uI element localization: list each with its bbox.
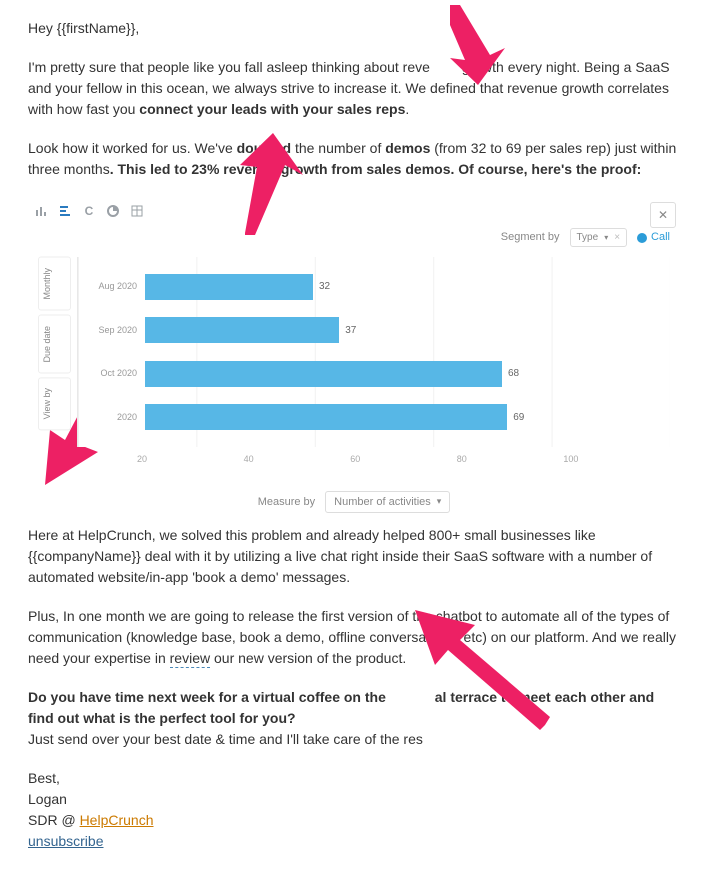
review-link[interactable]: review (170, 650, 210, 668)
chart-measure-row: Measure by Number of activities ▾ (28, 491, 680, 514)
bar-row: 2020 69 (77, 404, 670, 430)
table-icon[interactable] (130, 204, 144, 218)
paragraph-3: Here at HelpCrunch, we solved this probl… (28, 525, 680, 588)
unsubscribe-link[interactable]: unsubscribe (28, 833, 104, 849)
call-dot-icon (637, 233, 647, 243)
bar-category: Sep 2020 (77, 324, 145, 338)
side-label-monthly[interactable]: Monthly (38, 257, 71, 311)
c-icon[interactable]: C (82, 204, 96, 218)
segment-by-pill[interactable]: Type ▾ × (570, 228, 628, 247)
greeting: Hey {{firstName}}, (28, 18, 680, 39)
bar-value: 69 (507, 410, 524, 425)
bar-row: Oct 2020 68 (77, 361, 670, 387)
bar-value: 37 (339, 323, 356, 338)
paragraph-4: Plus, In one month we are going to relea… (28, 606, 680, 669)
hbar-chart-icon[interactable] (58, 204, 72, 218)
helpcrunch-link[interactable]: HelpCrunch (80, 812, 154, 828)
segment-by-label: Segment by (501, 229, 560, 246)
signoff: Best, Logan SDR @ HelpCrunch unsubscribe (28, 768, 680, 852)
close-icon[interactable]: ✕ (650, 202, 676, 228)
bar (145, 361, 502, 387)
paragraph-1: I'm pretty sure that people like you fal… (28, 57, 680, 120)
bar-chart-icon[interactable] (34, 204, 48, 218)
bar-category: 2020 (77, 411, 145, 425)
bar-category: Aug 2020 (77, 280, 145, 294)
bar-row: Sep 2020 37 (77, 317, 670, 343)
email-body: Hey {{firstName}}, I'm pretty sure that … (0, 0, 708, 880)
bar (145, 317, 339, 343)
measure-by-pill[interactable]: Number of activities ▾ (325, 491, 450, 514)
bar-row: Aug 2020 32 (77, 274, 670, 300)
side-label-viewby[interactable]: View by (38, 377, 71, 430)
chevron-down-icon: ▾ (604, 232, 608, 244)
chart-card: ✕ C Segment by Type ▾ × (28, 198, 680, 513)
measure-by-label: Measure by (258, 494, 315, 511)
bar-value: 32 (313, 279, 330, 294)
bar-value: 68 (502, 366, 519, 381)
chart-top-controls: Segment by Type ▾ × Call (28, 228, 680, 257)
chevron-down-icon: ▾ (437, 495, 442, 509)
paragraph-6: Just send over your best date & time and… (28, 731, 423, 747)
chart-side-labels: Monthly Due date View by (38, 257, 71, 467)
chart-plot: Aug 2020 32 Sep 2020 37 Oct 2020 68 2020 69 (77, 257, 670, 447)
chart-x-ticks: 20406080100 (77, 453, 670, 467)
bar (145, 274, 313, 300)
call-button[interactable]: Call (637, 229, 670, 246)
side-label-duedate[interactable]: Due date (38, 315, 71, 374)
paragraph-5: Do you have time next week for a virtual… (28, 687, 680, 750)
bar-category: Oct 2020 (77, 367, 145, 381)
paragraph-2: Look how it worked for us. We've doubled… (28, 138, 680, 180)
chart-toolbar: C (28, 198, 680, 228)
bar (145, 404, 507, 430)
pie-chart-icon[interactable] (106, 204, 120, 218)
remove-icon: × (614, 230, 620, 245)
